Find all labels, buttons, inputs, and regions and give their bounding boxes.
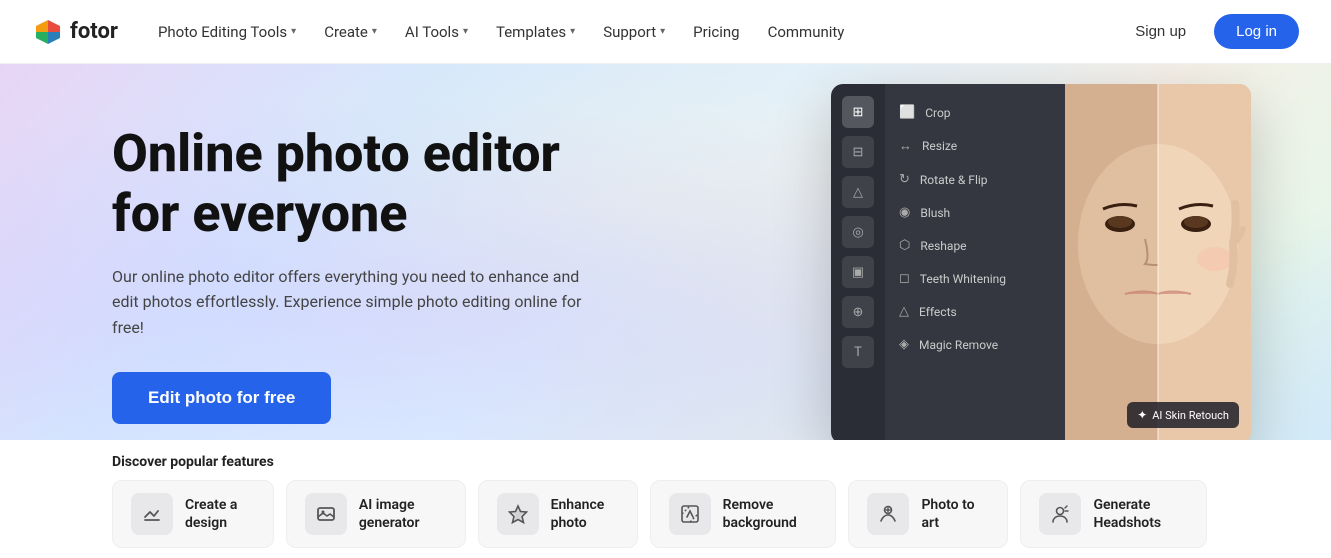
chevron-down-icon: ▾ bbox=[660, 26, 665, 37]
hero-subtitle: Our online photo editor offers everythin… bbox=[112, 264, 592, 341]
navbar: fotor Photo Editing Tools ▾ Create ▾ AI … bbox=[0, 0, 1331, 64]
feature-label-create-design: Create a design bbox=[185, 496, 255, 532]
editor-left-panel: ⊞ ⊟ △ ◎ ▣ ⊕ T bbox=[831, 84, 885, 444]
chevron-down-icon: ▾ bbox=[291, 26, 296, 37]
feature-card-photo-art[interactable]: Photo to art bbox=[848, 480, 1008, 548]
logo-text: fotor bbox=[70, 19, 118, 44]
ai-skin-retouch-badge: ✦ AI Skin Retouch bbox=[1127, 402, 1239, 428]
nav-photo-editing-tools[interactable]: Photo Editing Tools ▾ bbox=[146, 15, 308, 49]
nav-pricing[interactable]: Pricing bbox=[681, 15, 751, 49]
menu-effects[interactable]: △ Effects bbox=[885, 295, 1065, 328]
crop-icon: ⬜ bbox=[899, 105, 915, 120]
signup-button[interactable]: Sign up bbox=[1119, 15, 1202, 48]
chevron-down-icon: ▾ bbox=[372, 26, 377, 37]
nav-right: Sign up Log in bbox=[1119, 14, 1299, 49]
blush-icon: ◉ bbox=[899, 205, 910, 220]
panel-icon-group[interactable]: ⊕ bbox=[842, 296, 874, 328]
ai-icon: ✦ bbox=[1137, 408, 1147, 422]
teeth-icon: ◻ bbox=[899, 271, 910, 286]
create-design-icon bbox=[131, 493, 173, 535]
hero-title: Online photo editor for everyone bbox=[112, 124, 600, 244]
reshape-icon: ⬡ bbox=[899, 238, 910, 253]
nav-items: Photo Editing Tools ▾ Create ▾ AI Tools … bbox=[146, 15, 1119, 49]
panel-icon-text[interactable]: T bbox=[842, 336, 874, 368]
ai-image-icon bbox=[305, 493, 347, 535]
editor-menu-panel: ⬜ Crop ↔ Resize ↻ Rotate & Flip ◉ Blush … bbox=[885, 84, 1065, 444]
menu-magic-remove[interactable]: ◈ Magic Remove bbox=[885, 328, 1065, 361]
panel-icon-grid[interactable]: ⊞ bbox=[842, 96, 874, 128]
nav-community[interactable]: Community bbox=[756, 15, 857, 49]
feature-card-create-design[interactable]: Create a design bbox=[112, 480, 274, 548]
hero-section: Online photo editor for everyone Our onl… bbox=[0, 64, 1331, 558]
magic-icon: ◈ bbox=[899, 337, 909, 352]
rotate-icon: ↻ bbox=[899, 172, 910, 187]
feature-card-remove-bg[interactable]: Remove background bbox=[650, 480, 837, 548]
menu-teeth-whitening[interactable]: ◻ Teeth Whitening bbox=[885, 262, 1065, 295]
panel-icon-eye[interactable]: ◎ bbox=[842, 216, 874, 248]
features-title: Discover popular features bbox=[0, 440, 1331, 480]
feature-card-headshots[interactable]: Generate Headshots bbox=[1020, 480, 1207, 548]
menu-reshape[interactable]: ⬡ Reshape bbox=[885, 229, 1065, 262]
logo[interactable]: fotor bbox=[32, 16, 118, 48]
feature-card-ai-image[interactable]: AI image generator bbox=[286, 480, 466, 548]
feature-label-photo-art: Photo to art bbox=[921, 496, 989, 532]
resize-icon: ↔ bbox=[899, 138, 912, 154]
menu-rotate[interactable]: ↻ Rotate & Flip bbox=[885, 163, 1065, 196]
nav-support[interactable]: Support ▾ bbox=[591, 15, 677, 49]
editor-photo-area: ✦ AI Skin Retouch bbox=[1065, 84, 1251, 444]
menu-resize[interactable]: ↔ Resize bbox=[885, 129, 1065, 163]
photo-art-icon bbox=[867, 493, 909, 535]
hero-content: Online photo editor for everyone Our onl… bbox=[0, 64, 600, 424]
feature-label-ai-image: AI image generator bbox=[359, 496, 447, 532]
features-strip: Discover popular features Create a desig… bbox=[0, 440, 1331, 558]
nav-ai-tools[interactable]: AI Tools ▾ bbox=[393, 15, 480, 49]
feature-label-headshots: Generate Headshots bbox=[1093, 496, 1188, 532]
editor-mockup: ⊞ ⊟ △ ◎ ▣ ⊕ T ⬜ Crop ↔ Resize ↻ Rotate &… bbox=[831, 84, 1251, 444]
feature-card-enhance[interactable]: Enhance photo bbox=[478, 480, 638, 548]
enhance-icon bbox=[497, 493, 539, 535]
headshots-icon bbox=[1039, 493, 1081, 535]
nav-create[interactable]: Create ▾ bbox=[312, 15, 389, 49]
panel-icon-person[interactable]: △ bbox=[842, 176, 874, 208]
login-button[interactable]: Log in bbox=[1214, 14, 1299, 49]
nav-templates[interactable]: Templates ▾ bbox=[484, 15, 587, 49]
menu-blush[interactable]: ◉ Blush bbox=[885, 196, 1065, 229]
feature-label-enhance: Enhance photo bbox=[551, 496, 619, 532]
menu-crop[interactable]: ⬜ Crop bbox=[885, 96, 1065, 129]
features-cards: Create a design AI image generator bbox=[0, 480, 1331, 548]
logo-icon bbox=[32, 16, 64, 48]
remove-bg-icon bbox=[669, 493, 711, 535]
effects-icon: △ bbox=[899, 304, 909, 319]
feature-label-remove-bg: Remove background bbox=[723, 496, 818, 532]
chevron-down-icon: ▾ bbox=[570, 26, 575, 37]
chevron-down-icon: ▾ bbox=[463, 26, 468, 37]
cta-button[interactable]: Edit photo for free bbox=[112, 372, 331, 424]
panel-icon-adjustments[interactable]: ⊟ bbox=[842, 136, 874, 168]
panel-icon-frame[interactable]: ▣ bbox=[842, 256, 874, 288]
